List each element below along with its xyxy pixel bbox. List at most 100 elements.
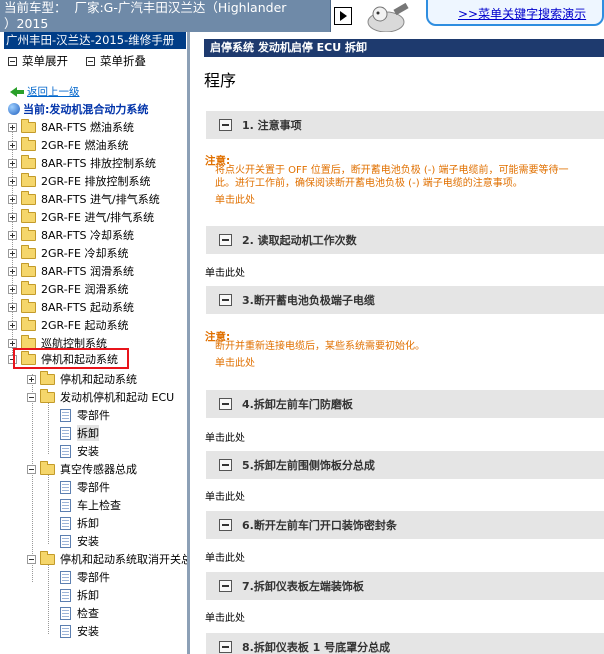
expand-plus-icon[interactable] [8,320,17,330]
tree-item-8ar-emission[interactable]: 8AR-FTS 排放控制系统 [8,154,156,172]
expand-plus-icon[interactable] [8,158,17,168]
tree-item-8ar-fuel[interactable]: 8AR-FTS 燃油系统 [8,118,134,136]
collapse-minus-icon[interactable] [27,392,36,402]
tree-leaf-switch-removal[interactable]: 拆卸 [60,586,99,604]
tree-item-8ar-lubrication[interactable]: 8AR-FTS 润滑系统 [8,262,134,280]
expand-plus-icon[interactable] [8,212,17,222]
folder-icon [21,262,36,277]
step-header-6[interactable]: 6.断开左前车门开口装饰密封条 [206,511,604,539]
tree-item-vacuum-sensor[interactable]: 真空传感器总成 [27,460,137,478]
document-icon [60,606,71,620]
app-window: 当前车型： 厂家:G-广汽丰田汉兰达（Highlander ）2015 >>菜单… [0,0,604,654]
nav-arrow-button[interactable] [334,7,352,25]
click-here-link[interactable]: 单击此处 [205,609,245,624]
folder-icon [21,334,36,349]
tree-leaf-ecu-removal[interactable]: 拆卸 [60,424,99,442]
tree-item-ecu[interactable]: 发动机停机和起动 ECU [27,388,174,406]
folder-open-icon [40,460,55,475]
tree-leaf-vacuum-onvehicle[interactable]: 车上检查 [60,496,121,514]
collapse-icon[interactable] [219,459,232,471]
step-header-4[interactable]: 4.拆卸左前车门防磨板 [206,390,604,418]
tree-item-2gr-starting[interactable]: 2GR-FE 起动系统 [8,316,128,334]
collapse-icon[interactable] [219,641,232,653]
folder-icon [21,280,36,295]
note-text-line: 断开并重新连接电缆后，某些系统需要初始化。 [215,341,425,352]
expand-plus-icon[interactable] [8,248,17,258]
click-here-link[interactable]: 单击此处 [215,191,255,206]
collapse-icon[interactable] [219,234,232,246]
tree-item-cancel-switch[interactable]: 停机和起动系统取消开关总成 [27,550,187,568]
note-text-line2: 此。进行工作前，确保阅读断开蓄电池负极 (-) 端子电缆的注意事项。 [215,178,523,189]
sidebar: 广州丰田-汉兰达-2015-维修手册 菜单展开 菜单折叠 返回上一级 当前:发动… [0,32,190,654]
expand-plus-icon[interactable] [8,284,17,294]
click-here-link[interactable]: 单击此处 [205,488,245,503]
tree-item-2gr-fuel[interactable]: 2GR-FE 燃油系统 [8,136,128,154]
expand-plus-icon[interactable] [8,230,17,240]
folder-icon [21,118,36,133]
step-header-8[interactable]: 8.拆卸仪表板 1 号底罩分总成 [206,633,604,654]
click-here-link[interactable]: 单击此处 [215,354,255,369]
tree-item-8ar-intake[interactable]: 8AR-FTS 进气/排气系统 [8,190,160,208]
tree-item-2gr-emission[interactable]: 2GR-FE 排放控制系统 [8,172,150,190]
folder-icon [21,298,36,313]
expand-plus-icon[interactable] [27,374,36,384]
expand-plus-icon[interactable] [8,122,17,132]
expand-plus-icon[interactable] [8,176,17,186]
folder-icon [21,154,36,169]
collapse-icon[interactable] [219,119,232,131]
folder-icon [21,316,36,331]
current-model-box: 当前车型： 厂家:G-广汽丰田汉兰达（Highlander ）2015 [0,0,331,32]
folder-icon [40,370,55,385]
step-header-1[interactable]: 1. 注意事项 [206,111,604,139]
top-bar: 当前车型： 厂家:G-广汽丰田汉兰达（Highlander ）2015 >>菜单… [0,0,604,32]
tree-leaf-switch-inspection[interactable]: 检查 [60,604,99,622]
collapse-minus-icon[interactable] [27,554,36,564]
expand-plus-icon[interactable] [8,140,17,150]
tree-leaf-vacuum-install[interactable]: 安装 [60,532,99,550]
expand-plus-icon[interactable] [8,194,17,204]
expand-plus-icon[interactable] [8,338,17,348]
folder-icon [21,172,36,187]
tree-leaf-ecu-components[interactable]: 零部件 [60,406,110,424]
tree-leaf-switch-install[interactable]: 安装 [60,622,99,640]
click-here-link[interactable]: 单击此处 [205,549,245,564]
tree-leaf-vacuum-components[interactable]: 零部件 [60,478,110,496]
highlight-box [13,348,129,369]
collapse-icon[interactable] [219,398,232,410]
menu-collapse-button[interactable]: 菜单折叠 [86,53,146,69]
document-icon [60,570,71,584]
document-icon [60,408,71,422]
menu-expand-button[interactable]: 菜单展开 [8,53,68,69]
click-here-link[interactable]: 单击此处 [205,264,245,279]
back-arrow-icon [10,86,24,97]
tree-item-2gr-intake[interactable]: 2GR-FE 进气/排气系统 [8,208,154,226]
click-here-link[interactable]: 单击此处 [205,429,245,444]
back-link[interactable]: 返回上一级 [10,84,80,99]
step-header-2[interactable]: 2. 读取起动机工作次数 [206,226,604,254]
expand-plus-icon[interactable] [8,266,17,276]
tree-item-8ar-starting[interactable]: 8AR-FTS 起动系统 [8,298,134,316]
tree-leaf-ecu-install[interactable]: 安装 [60,442,99,460]
collapse-minus-icon[interactable] [27,464,36,474]
tree-item-8ar-cooling[interactable]: 8AR-FTS 冷却系统 [8,226,134,244]
collapse-icon[interactable] [219,580,232,592]
document-icon [60,444,71,458]
step-header-3[interactable]: 3.断开蓄电池负极端子电缆 [206,286,604,314]
expand-plus-icon[interactable] [8,302,17,312]
document-icon [60,498,71,512]
page-title: 程序 [204,71,237,90]
tree-leaf-vacuum-removal[interactable]: 拆卸 [60,514,99,532]
tree-item-2gr-cooling[interactable]: 2GR-FE 冷却系统 [8,244,128,262]
tree-leaf-switch-components[interactable]: 零部件 [60,568,110,586]
expand-icon [8,56,17,66]
tree-item-2gr-lubrication[interactable]: 2GR-FE 润滑系统 [8,280,128,298]
collapse-icon[interactable] [219,519,232,531]
tree-item-stop-start-sub[interactable]: 停机和起动系统 [27,370,137,388]
note-text-line1: 将点火开关置于 OFF 位置后，断开蓄电池负极 (-) 端子电缆前，可能需要等待… [215,165,569,176]
collapse-icon[interactable] [219,294,232,306]
step-header-7[interactable]: 7.拆卸仪表板左端装饰板 [206,572,604,600]
menu-keyword-search-link[interactable]: >>菜单关键字搜索演示 [458,5,586,22]
manual-title: 广州丰田-汉兰达-2015-维修手册 [4,32,186,49]
current-model-line1: 当前车型： 厂家:G-广汽丰田汉兰达（Highlander [4,0,287,15]
step-header-5[interactable]: 5.拆卸左前围侧饰板分总成 [206,451,604,479]
